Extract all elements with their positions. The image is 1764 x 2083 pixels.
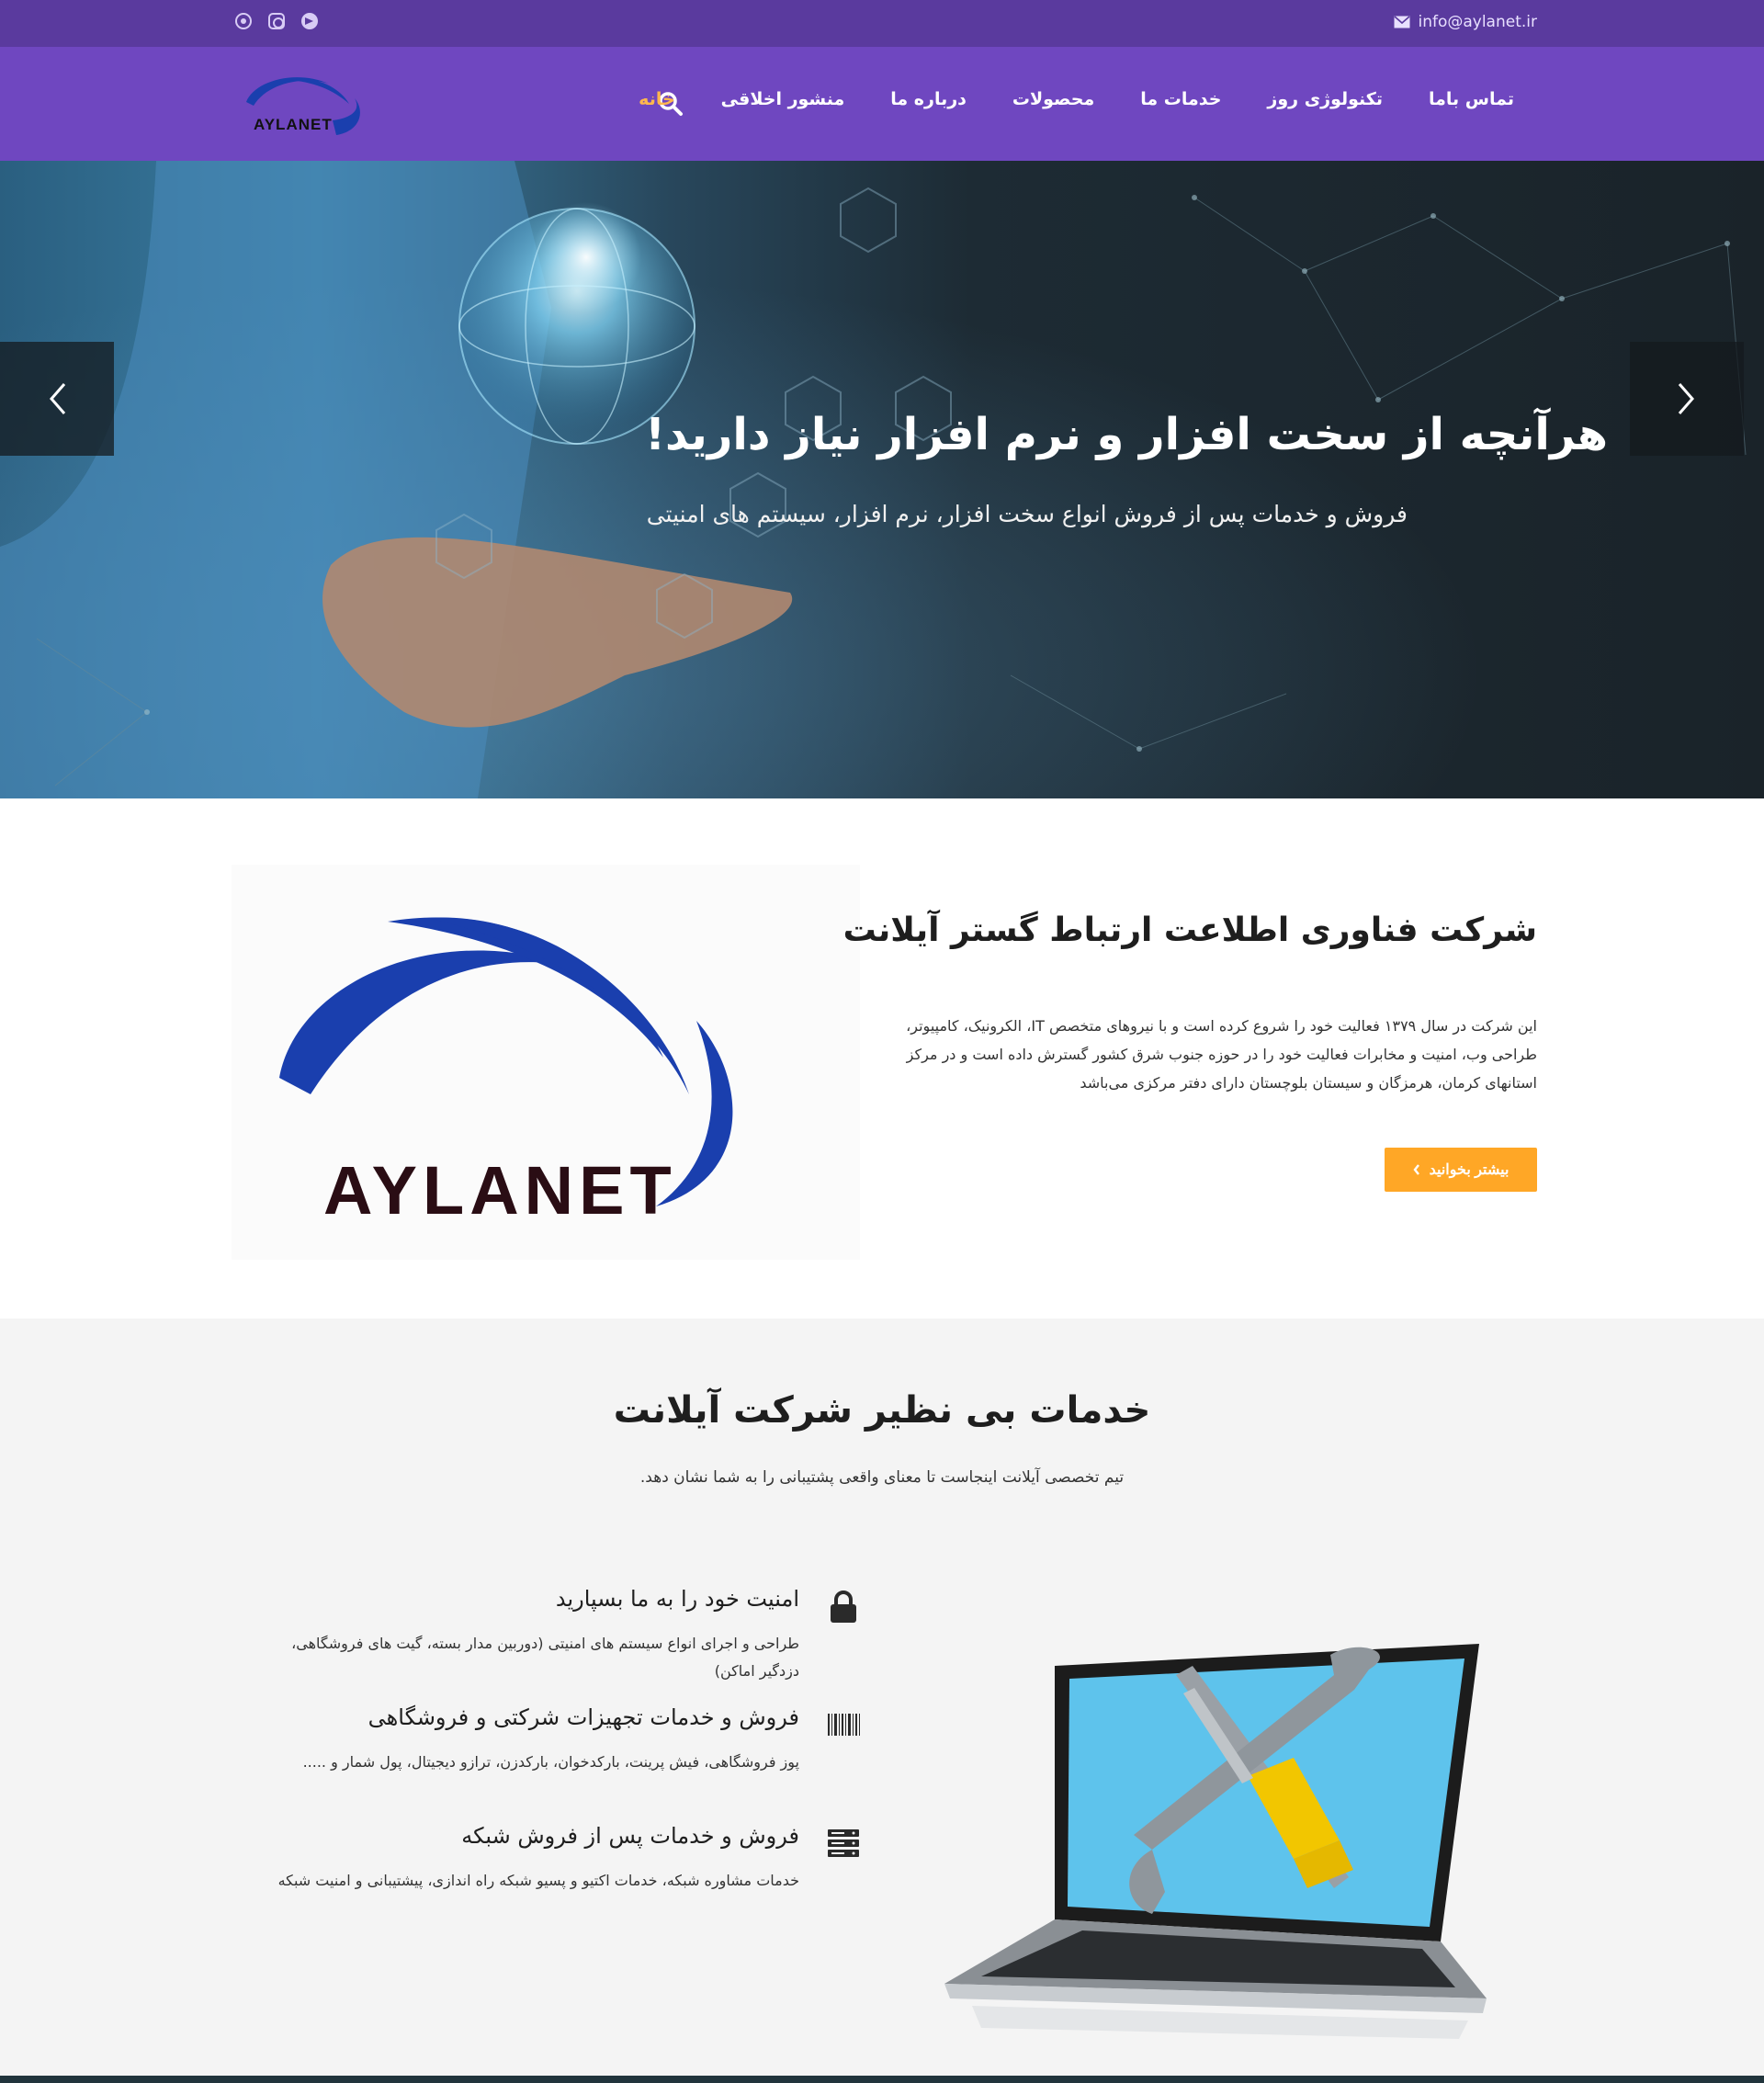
main-navbar: AYLANET خانه منشور اخلاقی درباره ما محصو… bbox=[0, 47, 1764, 161]
menu-item-services[interactable]: خدمات ما bbox=[1140, 89, 1221, 109]
top-bar: info@aylanet.ir bbox=[0, 0, 1764, 47]
menu-item-products[interactable]: محصولات bbox=[1012, 89, 1094, 109]
company-logo-image: AYLANET bbox=[232, 865, 860, 1260]
site-logo[interactable]: AYLANET bbox=[241, 65, 369, 141]
service-description: خدمات مشاوره شبکه، خدمات اکتیو و پسیو شب… bbox=[277, 1872, 799, 1889]
slider-next-button[interactable] bbox=[1630, 342, 1744, 456]
whatsapp-icon[interactable] bbox=[235, 13, 252, 29]
service-title: فروش و خدمات پس از فروش شبکه bbox=[461, 1823, 799, 1849]
hero-title: هرآنچه از سخت افزار و نرم افزار نیاز دار… bbox=[645, 409, 1608, 460]
footer-top-strip bbox=[0, 2076, 1764, 2083]
services-subtitle: تیم تخصصی آیلانت اینجاست تا معنای واقعی … bbox=[639, 1468, 1125, 1487]
chevron-right-icon bbox=[1678, 383, 1694, 414]
hero-slider: هرآنچه از سخت افزار و نرم افزار نیاز دار… bbox=[0, 161, 1764, 798]
read-more-button[interactable]: بیشتر بخوانید bbox=[1385, 1148, 1537, 1192]
instagram-icon[interactable] bbox=[268, 13, 285, 29]
service-title: امنیت خود را به ما بسپارید bbox=[555, 1586, 799, 1612]
service-item: فروش و خدمات پس از فروش شبکه خدمات مشاور… bbox=[0, 1823, 1764, 1933]
laptop-repair-illustration bbox=[944, 1644, 1487, 2039]
barcode-icon bbox=[828, 1714, 860, 1736]
menu-item-contact[interactable]: تماس باما bbox=[1429, 89, 1514, 109]
service-description: طراحی و اجرای انواع سیستم های امنیتی (دو… bbox=[291, 1635, 799, 1680]
contact-email[interactable]: info@aylanet.ir bbox=[1394, 13, 1537, 31]
read-more-label: بیشتر بخوانید bbox=[1429, 1162, 1510, 1178]
chevron-left-icon bbox=[1413, 1164, 1419, 1175]
hero-subtitle: فروش و خدمات پس از فروش انواع سخت افزار،… bbox=[646, 501, 1408, 527]
logo-wordmark-large: AYLANET bbox=[323, 1152, 677, 1228]
logo-wordmark: AYLANET bbox=[254, 116, 333, 133]
hero-background-image bbox=[0, 161, 1747, 798]
services-section: خدمات بی نظیر شرکت آیلانت تیم تخصصی آیلا… bbox=[0, 1319, 1764, 2076]
lock-icon bbox=[831, 1591, 856, 1623]
menu-item-ethics-charter[interactable]: منشور اخلاقی bbox=[721, 89, 845, 109]
menu-item-technology[interactable]: تکنولوژی روز bbox=[1267, 89, 1383, 109]
service-item: فروش و خدمات تجهیزات شرکتی و فروشگاهی پو… bbox=[0, 1704, 1764, 1815]
about-section: AYLANET شرکت فناوری اطلاعت ارتباط گستر آ… bbox=[0, 798, 1764, 1319]
services-title: خدمات بی نظیر شرکت آیلانت bbox=[613, 1389, 1151, 1432]
server-icon bbox=[828, 1829, 859, 1857]
telegram-icon[interactable] bbox=[301, 13, 318, 29]
menu-item-about[interactable]: درباره ما bbox=[890, 89, 967, 109]
chevron-left-icon bbox=[50, 383, 66, 414]
about-title: شرکت فناوری اطلاعت ارتباط گستر آیلانت bbox=[842, 911, 1537, 949]
social-links bbox=[235, 13, 318, 29]
menu-item-home[interactable]: خانه bbox=[639, 89, 674, 109]
envelope-icon bbox=[1394, 16, 1410, 28]
service-title: فروش و خدمات تجهیزات شرکتی و فروشگاهی bbox=[368, 1704, 799, 1730]
main-menu: خانه منشور اخلاقی درباره ما محصولات خدما… bbox=[639, 89, 1514, 109]
about-description: این شرکت در سال ۱۳۷۹ فعالیت خود را شروع … bbox=[906, 1017, 1537, 1092]
email-text: info@aylanet.ir bbox=[1418, 13, 1537, 31]
slider-prev-button[interactable] bbox=[0, 342, 114, 456]
service-item: امنیت خود را به ما بسپارید طراحی و اجرای… bbox=[0, 1586, 1764, 1696]
service-description: پوز فروشگاهی، فیش پرینت، بارکدخوان، بارک… bbox=[302, 1753, 799, 1771]
